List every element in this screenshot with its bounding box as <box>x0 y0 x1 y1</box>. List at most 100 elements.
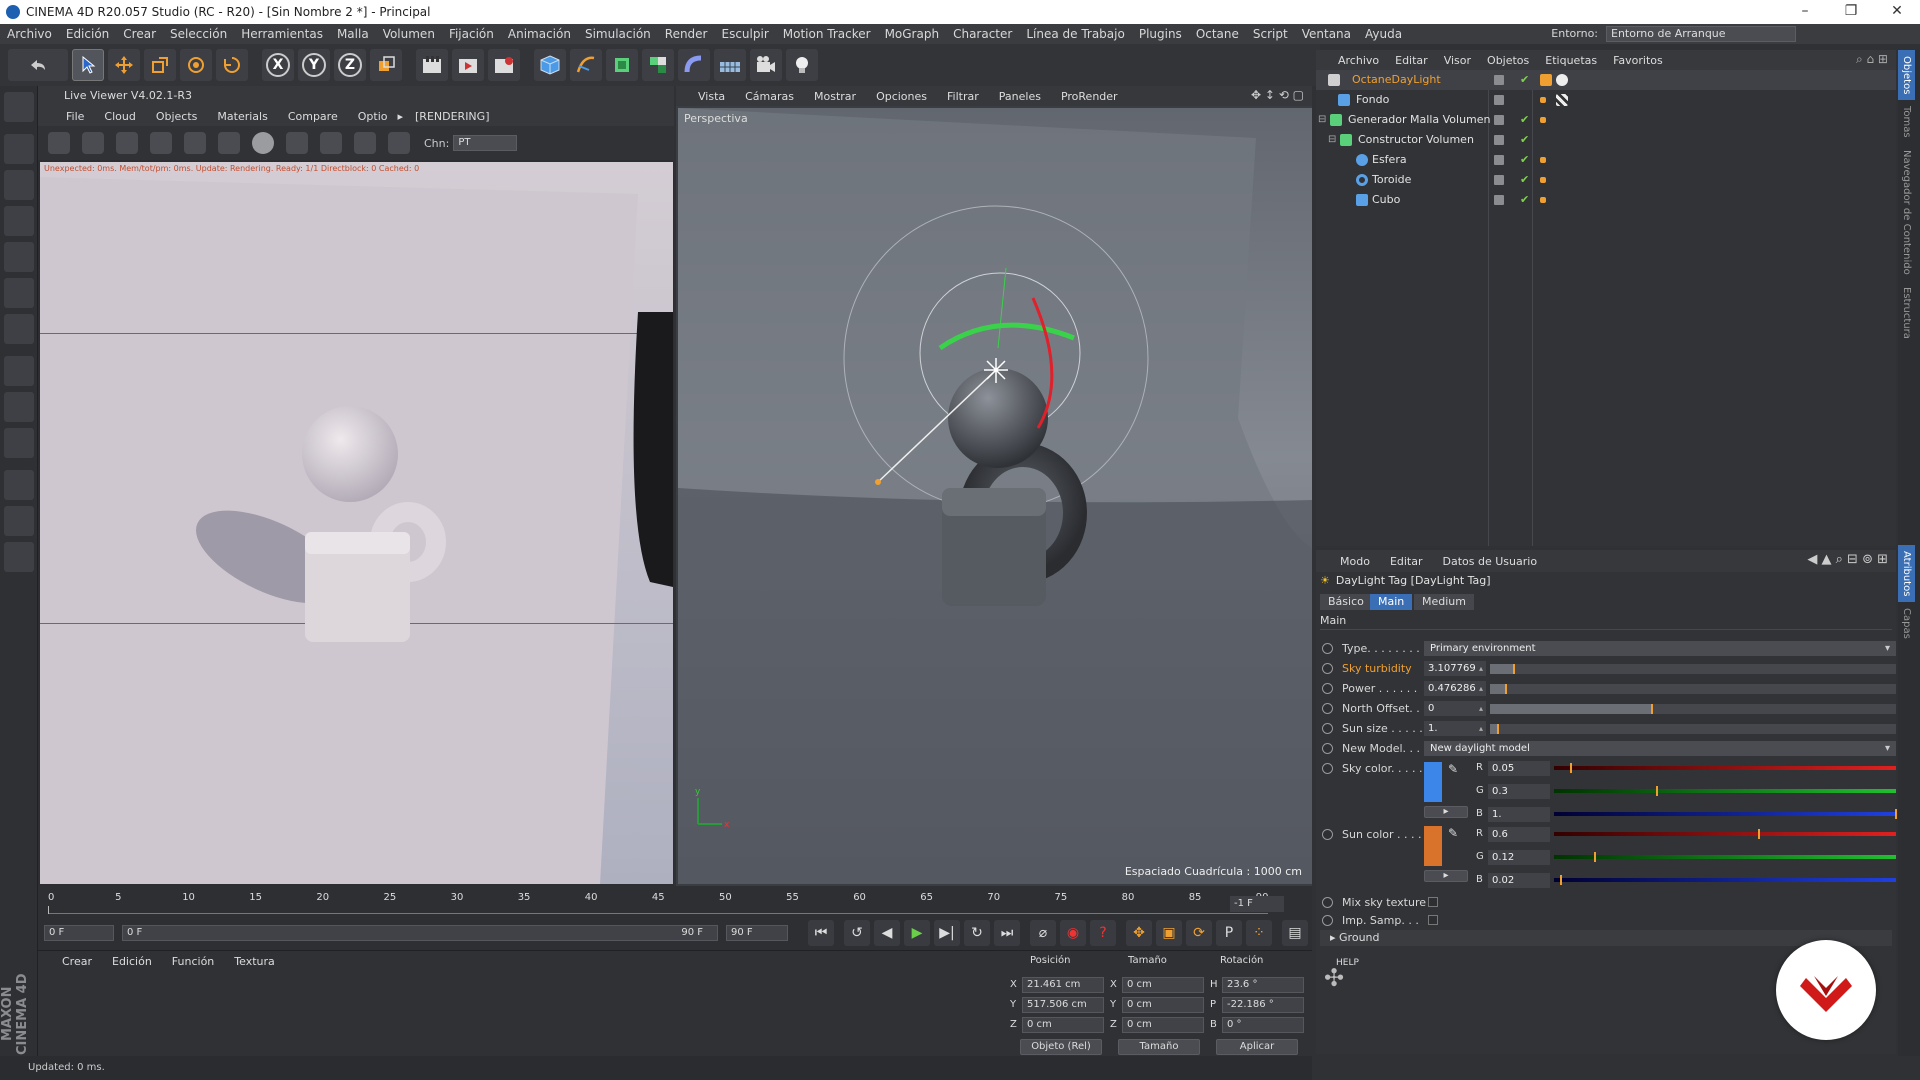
deformer-icon[interactable] <box>678 49 710 81</box>
slider-knob[interactable] <box>1895 809 1897 819</box>
playhead-marker[interactable] <box>48 906 49 914</box>
spline-pen-icon[interactable] <box>570 49 602 81</box>
rot-h-field[interactable]: 23.6 ° <box>1222 977 1304 993</box>
object-name[interactable]: Esfera <box>1372 150 1407 170</box>
object-row-generador-malla-volumen[interactable]: ⊟ Generador Malla Volumen ✔ <box>1316 110 1896 130</box>
sun-size-field[interactable]: 1. <box>1424 721 1486 736</box>
restart-render-icon[interactable] <box>82 132 104 154</box>
visibility-toggle[interactable] <box>1494 115 1504 125</box>
am-nav-icons[interactable]: ◀ ▲ ⌕ ⊟ ⊚ ⊞ <box>1807 552 1888 567</box>
menu-ventana[interactable]: Ventana <box>1295 27 1358 41</box>
sky-r-slider[interactable] <box>1554 763 1896 773</box>
menu-seleccion[interactable]: Selección <box>163 27 234 41</box>
start-frame-field[interactable]: 0 F <box>44 925 114 941</box>
animate-toggle[interactable] <box>1322 915 1333 926</box>
object-row-constructor-volumen[interactable]: ⊟ Constructor Volumen ✔ <box>1316 130 1896 150</box>
vp-menu-paneles[interactable]: Paneles <box>989 90 1051 103</box>
sun-g-field[interactable]: 0.12 <box>1488 850 1550 865</box>
type-select[interactable]: Primary environment <box>1424 641 1896 656</box>
go-to-end-icon[interactable]: ⏭ <box>994 920 1020 946</box>
edges-mode-icon[interactable] <box>4 278 34 308</box>
menu-herramientas[interactable]: Herramientas <box>234 27 330 41</box>
phong-tag-icon[interactable] <box>1540 97 1546 103</box>
visibility-toggle[interactable] <box>1494 135 1504 145</box>
om-menu-visor[interactable]: Visor <box>1436 54 1479 67</box>
phong-tag-icon[interactable] <box>1540 177 1546 183</box>
visibility-toggle[interactable] <box>1494 175 1504 185</box>
menu-render[interactable]: Render <box>658 27 715 41</box>
lv-menu-materials[interactable]: Materials <box>207 110 277 123</box>
axis-y-lock-icon[interactable]: Y <box>298 49 330 81</box>
render-picture-viewer-icon[interactable] <box>452 49 484 81</box>
imp-samp-checkbox[interactable] <box>1428 915 1438 925</box>
enable-check-icon[interactable]: ✔ <box>1520 190 1529 210</box>
object-row-esfera[interactable]: Esfera ✔ <box>1316 150 1896 170</box>
enable-check-icon[interactable]: ✔ <box>1520 170 1529 190</box>
phong-tag-icon[interactable] <box>1540 117 1546 123</box>
live-render-image[interactable]: Unexpected: 0ms. Mem/tot/pm: 0ms. Update… <box>40 162 673 884</box>
am-menu-modo[interactable]: Modo <box>1330 555 1380 568</box>
object-row-toroide[interactable]: Toroide ✔ <box>1316 170 1896 190</box>
axis-x-lock-icon[interactable]: X <box>262 49 294 81</box>
mat-menu-funcion[interactable]: Función <box>162 955 224 968</box>
object-name[interactable]: OctaneDayLight <box>1352 70 1441 90</box>
size-x-field[interactable]: 0 cm <box>1122 977 1204 993</box>
collapse-toggle-icon[interactable]: ⊟ <box>1318 110 1326 130</box>
octane-tag-icon[interactable] <box>1556 74 1568 86</box>
close-button[interactable]: ✕ <box>1874 0 1920 24</box>
vp-menu-vista[interactable]: Vista <box>688 90 735 103</box>
key-parameter-icon[interactable]: P <box>1216 920 1242 946</box>
environment-select[interactable]: Entorno de Arranque <box>1606 26 1796 42</box>
enable-check-icon[interactable]: ✔ <box>1520 70 1529 90</box>
slider-knob[interactable] <box>1758 829 1761 839</box>
side-tab-estructura[interactable]: Estructura <box>1898 281 1915 345</box>
menu-edicion[interactable]: Edición <box>59 27 116 41</box>
om-menu-editar[interactable]: Editar <box>1387 54 1436 67</box>
lv-menu-objects[interactable]: Objects <box>146 110 208 123</box>
slider-knob[interactable] <box>1570 763 1573 773</box>
slider-knob[interactable] <box>1513 664 1516 674</box>
phong-tag-icon[interactable] <box>1540 197 1546 203</box>
viewport-canvas[interactable]: y x Perspectiva Espaciado Cuadrícula : 1… <box>678 108 1312 884</box>
pause-render-icon[interactable] <box>116 132 138 154</box>
record-active-icon[interactable]: ◉ <box>1060 920 1086 946</box>
next-key-icon[interactable]: ↻ <box>964 920 990 946</box>
sun-b-field[interactable]: 0.02 <box>1488 873 1550 888</box>
om-menu-favoritos[interactable]: Favoritos <box>1605 54 1671 67</box>
pick-white-balance-icon[interactable] <box>388 132 410 154</box>
points-mode-icon[interactable] <box>4 242 34 272</box>
sky-b-field[interactable]: 1. <box>1488 807 1550 822</box>
side-tab-objetos[interactable]: Objetos <box>1898 50 1915 101</box>
new-model-select[interactable]: New daylight model <box>1424 741 1896 756</box>
sun-b-slider[interactable] <box>1554 875 1896 885</box>
am-menu-editar[interactable]: Editar <box>1380 555 1433 568</box>
workplane-lock-icon[interactable] <box>4 506 34 536</box>
side-tab-tomas[interactable]: Tomas <box>1898 100 1915 144</box>
north-offset-field[interactable]: 0 <box>1424 701 1486 716</box>
am-menu-datos-de-usuario[interactable]: Datos de Usuario <box>1433 555 1548 568</box>
sun-r-slider[interactable] <box>1554 829 1896 839</box>
enable-check-icon[interactable]: ✔ <box>1520 110 1529 130</box>
solo-mode-icon[interactable] <box>4 542 34 572</box>
texture-mode-icon[interactable] <box>4 170 34 200</box>
tab-basico[interactable]: Básico <box>1320 594 1372 610</box>
viewport-nav-icons[interactable]: ✥ ↕ ⟲ ▢ <box>1251 88 1304 102</box>
pick-focus-icon[interactable] <box>354 132 376 154</box>
light-bulb-icon[interactable] <box>786 49 818 81</box>
menu-crear[interactable]: Crear <box>116 27 163 41</box>
subsample-icon[interactable] <box>320 132 342 154</box>
animate-toggle[interactable] <box>1322 723 1333 734</box>
animate-toggle[interactable] <box>1322 743 1333 754</box>
key-position-icon[interactable]: ✥ <box>1126 920 1152 946</box>
magnet-icon[interactable] <box>4 470 34 500</box>
pos-x-field[interactable]: 21.461 cm <box>1022 977 1104 993</box>
sky-turbidity-field[interactable]: 3.107769 <box>1424 661 1486 676</box>
lv-menu-file[interactable]: File <box>56 110 94 123</box>
sky-b-slider[interactable] <box>1554 809 1897 819</box>
side-tab-capas[interactable]: Capas <box>1898 602 1915 645</box>
north-offset-slider[interactable] <box>1490 704 1896 714</box>
object-name[interactable]: Generador Malla Volumen <box>1348 110 1491 130</box>
select-cursor-icon[interactable] <box>72 49 104 81</box>
camera-icon[interactable] <box>750 49 782 81</box>
menu-character[interactable]: Character <box>946 27 1019 41</box>
